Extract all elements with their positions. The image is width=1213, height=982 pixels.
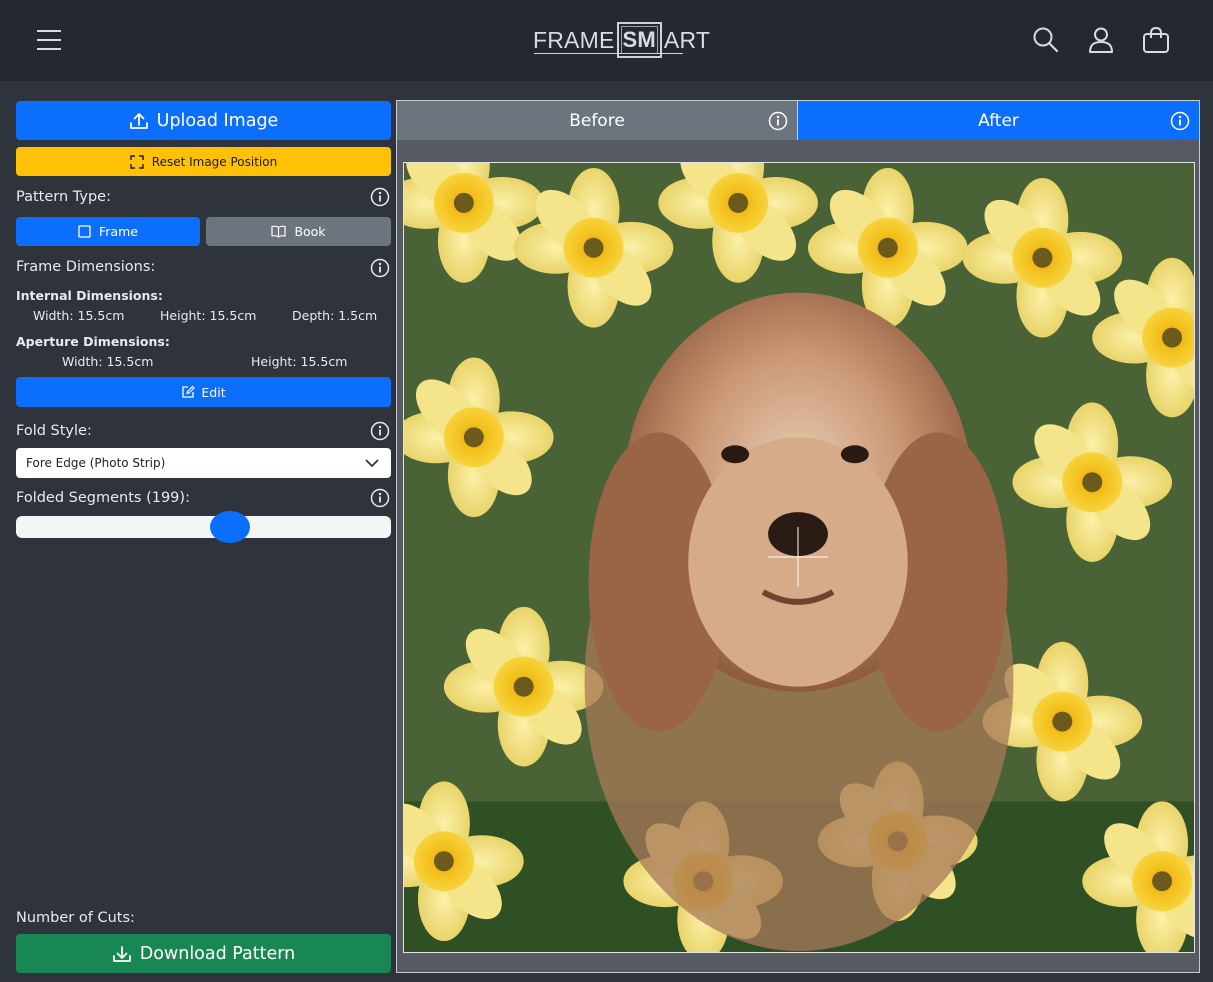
slider-thumb[interactable]	[210, 511, 251, 543]
internal-height-value: Height: 15.5cm	[160, 308, 257, 323]
pattern-type-frame-label: Frame	[99, 224, 138, 239]
download-pattern-button[interactable]: Download Pattern	[16, 934, 391, 973]
info-icon[interactable]	[370, 488, 390, 508]
preview-image[interactable]	[403, 162, 1195, 953]
pattern-type-label: Pattern Type:	[16, 189, 111, 205]
edit-icon	[182, 385, 195, 398]
download-icon	[112, 945, 131, 962]
download-pattern-label: Download Pattern	[139, 943, 296, 964]
logo-text-right: ART	[663, 26, 711, 53]
pattern-type-frame-button[interactable]: Frame	[16, 217, 200, 246]
internal-dimensions-label: Internal Dimensions:	[16, 288, 163, 303]
info-icon[interactable]	[768, 111, 788, 131]
upload-image-label: Upload Image	[156, 110, 279, 131]
logo-text-left: FRAME	[533, 26, 615, 53]
aperture-height-value: Height: 15.5cm	[251, 354, 348, 369]
tab-before[interactable]: Before	[397, 101, 798, 140]
folded-segments-label: Folded Segments (199):	[16, 490, 190, 506]
cart-icon[interactable]	[1142, 26, 1170, 54]
upload-image-button[interactable]: Upload Image	[16, 101, 391, 140]
edit-dimensions-button[interactable]: Edit	[16, 377, 391, 407]
info-icon[interactable]	[370, 421, 390, 441]
brand-logo[interactable]: FRAME SM ART	[533, 18, 710, 62]
info-icon[interactable]	[1170, 111, 1190, 131]
internal-width-value: Width: 15.5cm	[33, 308, 125, 323]
tab-after[interactable]: After	[798, 101, 1199, 140]
edit-dimensions-label: Edit	[201, 384, 226, 400]
internal-depth-value: Depth: 1.5cm	[292, 308, 378, 323]
pattern-type-book-button[interactable]: Book	[206, 217, 391, 246]
number-of-cuts-label: Number of Cuts:	[16, 910, 135, 926]
fullscreen-icon	[130, 154, 144, 169]
logo-underline	[534, 53, 683, 54]
image-viewer: Before After	[396, 100, 1200, 973]
search-icon[interactable]	[1032, 26, 1060, 54]
chevron-down-icon	[365, 459, 379, 467]
reset-image-position-button[interactable]: Reset Image Position	[16, 147, 391, 176]
pattern-type-book-label: Book	[294, 224, 326, 239]
menu-icon[interactable]	[36, 27, 62, 53]
fold-style-select[interactable]: Fore Edge (Photo Strip)	[16, 448, 391, 478]
top-navbar: FRAME SM ART	[0, 0, 1213, 81]
folded-segments-slider[interactable]	[16, 511, 391, 543]
fold-style-label: Fold Style:	[16, 423, 92, 439]
aperture-width-value: Width: 15.5cm	[62, 354, 154, 369]
book-icon	[271, 225, 287, 238]
tab-after-label: After	[978, 110, 1019, 131]
user-icon[interactable]	[1087, 26, 1115, 54]
reset-image-position-label: Reset Image Position	[151, 154, 278, 169]
upload-icon	[129, 112, 148, 129]
info-icon[interactable]	[370, 187, 390, 207]
fold-style-selected-value: Fore Edge (Photo Strip)	[26, 456, 166, 470]
square-icon	[78, 225, 91, 238]
info-icon[interactable]	[370, 258, 390, 278]
tab-before-label: Before	[569, 110, 625, 131]
aperture-dimensions-label: Aperture Dimensions:	[16, 334, 170, 349]
frame-dimensions-label: Frame Dimensions:	[16, 259, 156, 275]
